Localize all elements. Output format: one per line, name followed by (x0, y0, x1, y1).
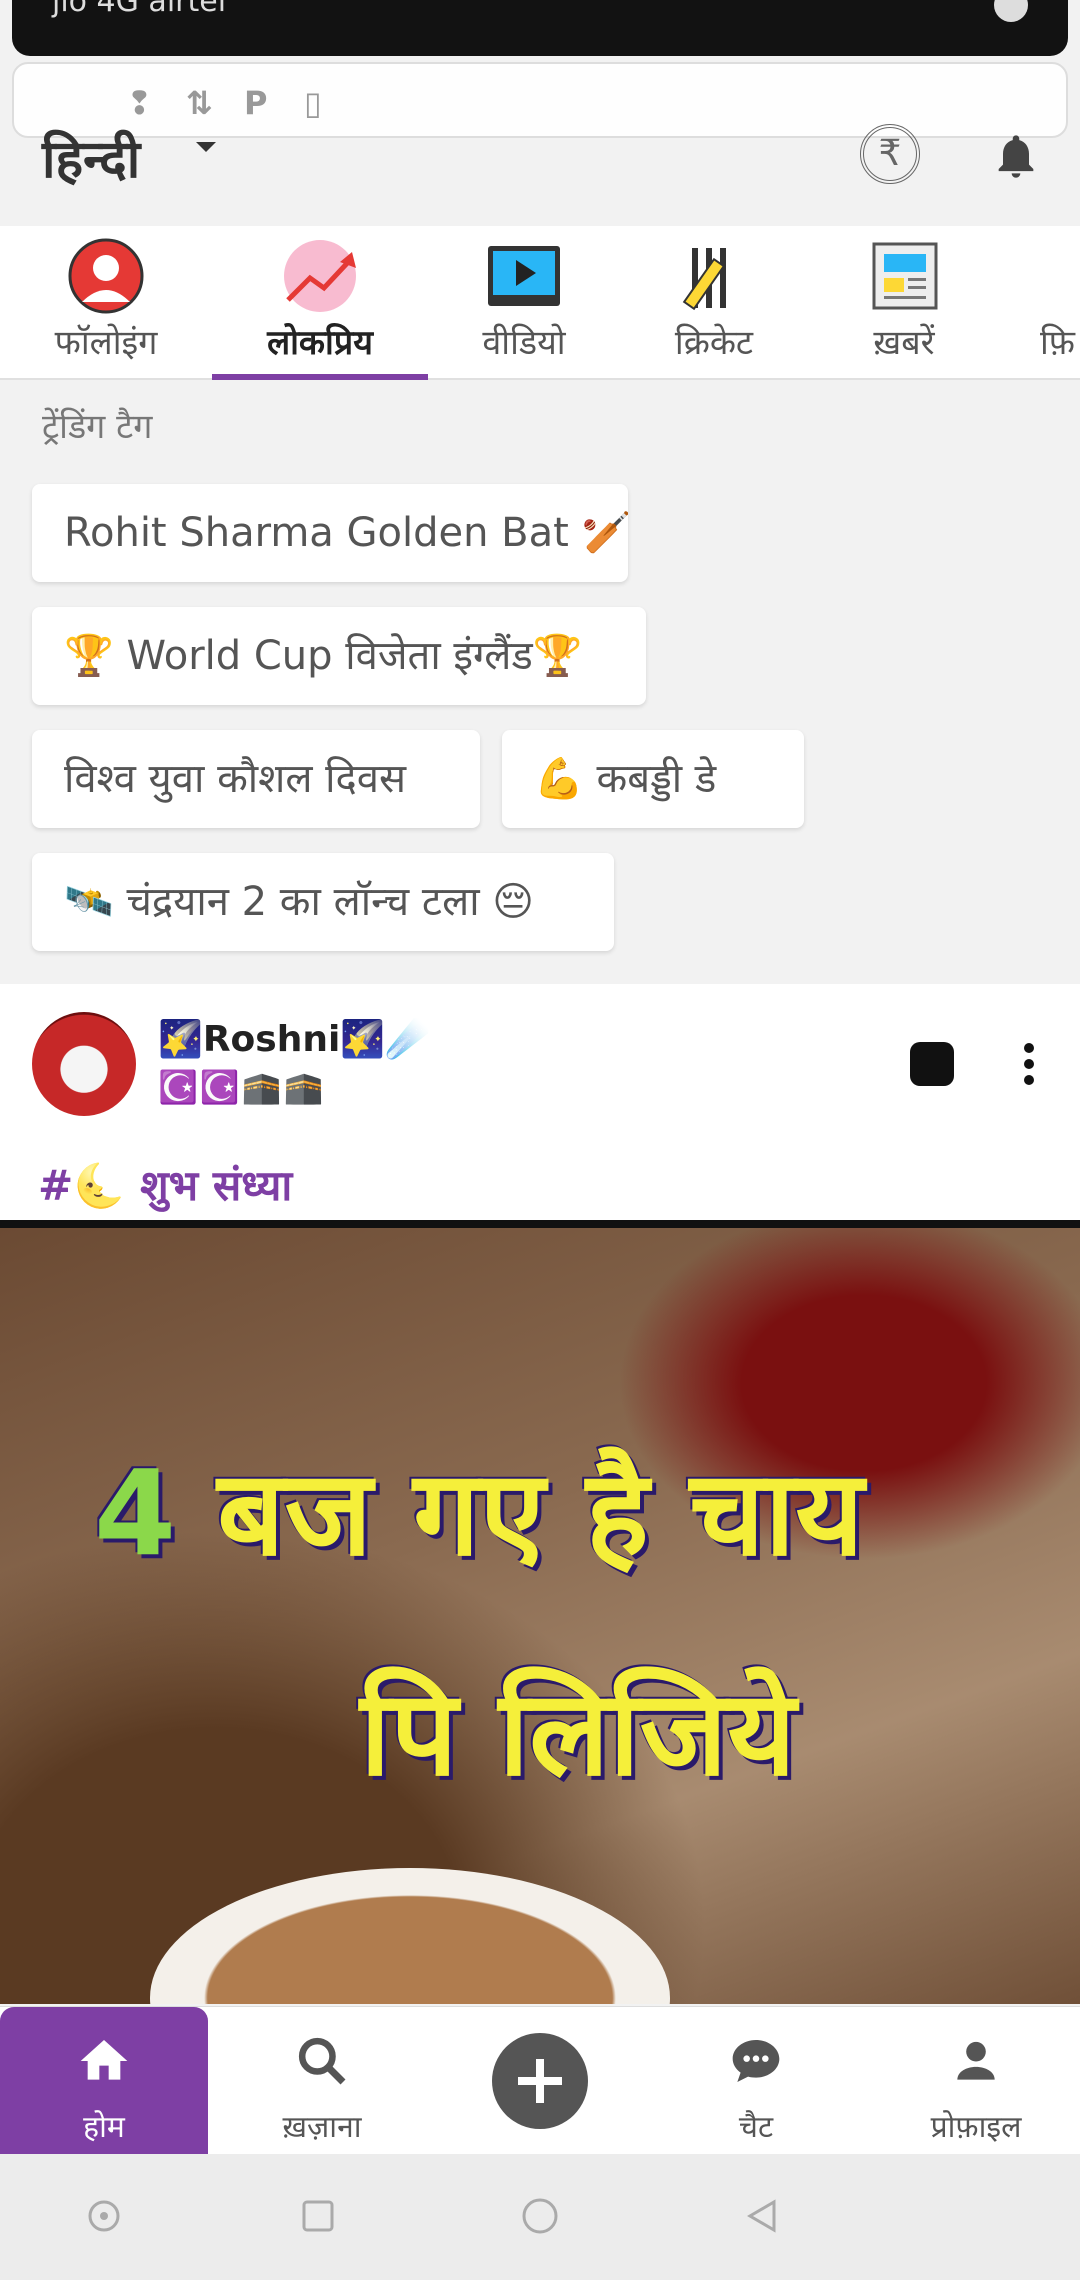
nav-label: ख़ज़ाना (282, 2110, 362, 2145)
chat-icon (732, 2040, 780, 2082)
language-selector[interactable]: हिन्दी (42, 122, 140, 193)
image-text-number: 4 (94, 1444, 177, 1582)
profile-icon (957, 2041, 995, 2080)
post-caption[interactable]: #🌜 शुभ संध्या (38, 1156, 292, 1213)
image-text-main: बज गए है चाय (217, 1444, 864, 1582)
assistant-dot-icon[interactable] (84, 2196, 124, 2236)
tab-label: वीडियो (482, 323, 566, 363)
feed-post: 🌠Roshni🌠☄️ ☪️☪️🕋🕋 #🌜 शुभ संध्या 4 बज गए … (0, 984, 1080, 2004)
tab-label: फ़ि (1040, 323, 1076, 363)
add-post-button[interactable] (492, 2033, 588, 2129)
tab-label: ख़बरें (873, 323, 935, 363)
trending-tag[interactable]: 🏆 World Cup विजेता इंग्लैंड🏆 (32, 607, 646, 705)
search-icon (298, 2037, 346, 2085)
user-badges: ☪️☪️🕋🕋 (158, 1068, 326, 1106)
add-icon (518, 2059, 562, 2103)
tab-following[interactable]: फॉलोइंग (20, 226, 192, 380)
tea-cup-image (150, 1868, 670, 2004)
image-text-line1: 4 बज गए है चाय (94, 1428, 864, 1589)
post-username[interactable]: 🌠Roshni🌠☄️ (158, 1018, 430, 1060)
trending-tag[interactable]: 💪 कबड्डी डे (502, 730, 804, 828)
tab-label: फॉलोइंग (54, 323, 158, 363)
tab-film[interactable]: फ़ि (1010, 226, 1080, 380)
more-options-icon[interactable] (1014, 1040, 1044, 1088)
trending-title: ट्रेंडिंग टैग (42, 407, 153, 447)
back-triangle-icon[interactable] (742, 2196, 782, 2236)
status-bar: jio 4G airtel (12, 0, 1068, 56)
notification-bell-icon[interactable] (990, 128, 1042, 184)
video-play-icon (488, 246, 560, 306)
nav-profile[interactable]: प्रोफ़ाइल (872, 2007, 1080, 2155)
trending-tag[interactable]: Rohit Sharma Golden Bat 🏏 (32, 484, 628, 582)
home-icon (80, 2040, 128, 2080)
recents-square-icon[interactable] (298, 2196, 338, 2236)
tab-label: लोकप्रिय (267, 323, 373, 363)
screen: jio 4G airtel ❢ ⇅ P ▯ हिन्दी ₹ फॉलोइंग ल… (0, 0, 1080, 2280)
tab-cricket[interactable]: क्रिकेट (630, 226, 798, 380)
user-avatar-icon (68, 238, 144, 314)
nav-label: चैट (738, 2110, 774, 2145)
trending-chart-icon (284, 240, 356, 312)
wallet-rupee-icon[interactable]: ₹ (860, 124, 920, 184)
settings-gear-icon[interactable] (994, 0, 1028, 22)
sticker-icon[interactable] (910, 1042, 954, 1086)
nav-home[interactable]: होम (0, 2007, 208, 2155)
image-text-line2: पि लिजिये (360, 1664, 796, 1802)
trending-tag[interactable]: विश्व युवा कौशल दिवस (32, 730, 480, 828)
bottom-navigation: होम ख़ज़ाना चैट प्रोफ़ाइल (0, 2006, 1080, 2155)
active-tab-indicator (212, 374, 428, 380)
cricket-bat-icon (682, 248, 726, 311)
tab-popular[interactable]: लोकप्रिय (212, 226, 428, 380)
nav-chat[interactable]: चैट (652, 2007, 860, 2155)
app-header: हिन्दी ₹ (0, 110, 1080, 230)
nav-label: प्रोफ़ाइल (930, 2110, 1022, 2145)
nav-label: होम (83, 2110, 125, 2145)
system-navigation (0, 2154, 1080, 2280)
newspaper-icon (872, 242, 938, 310)
tab-video[interactable]: वीडियो (440, 226, 608, 380)
tab-news[interactable]: ख़बरें (820, 226, 988, 380)
post-image[interactable]: 4 बज गए है चाय पि लिजिये (0, 1220, 1080, 2004)
carrier-text: jio 4G airtel (52, 0, 227, 19)
nav-treasure[interactable]: ख़ज़ाना (218, 2007, 426, 2155)
chevron-down-icon[interactable] (196, 142, 216, 152)
avatar[interactable] (32, 1012, 136, 1116)
home-circle-icon[interactable] (520, 2196, 560, 2236)
category-tabs: फॉलोइंग लोकप्रिय वीडियो क्रिकेट ख़बरें फ… (0, 226, 1080, 380)
trending-tag[interactable]: 🛰️ चंद्रयान 2 का लॉन्च टला 😔 (32, 853, 614, 951)
tab-label: क्रिकेट (674, 323, 754, 363)
